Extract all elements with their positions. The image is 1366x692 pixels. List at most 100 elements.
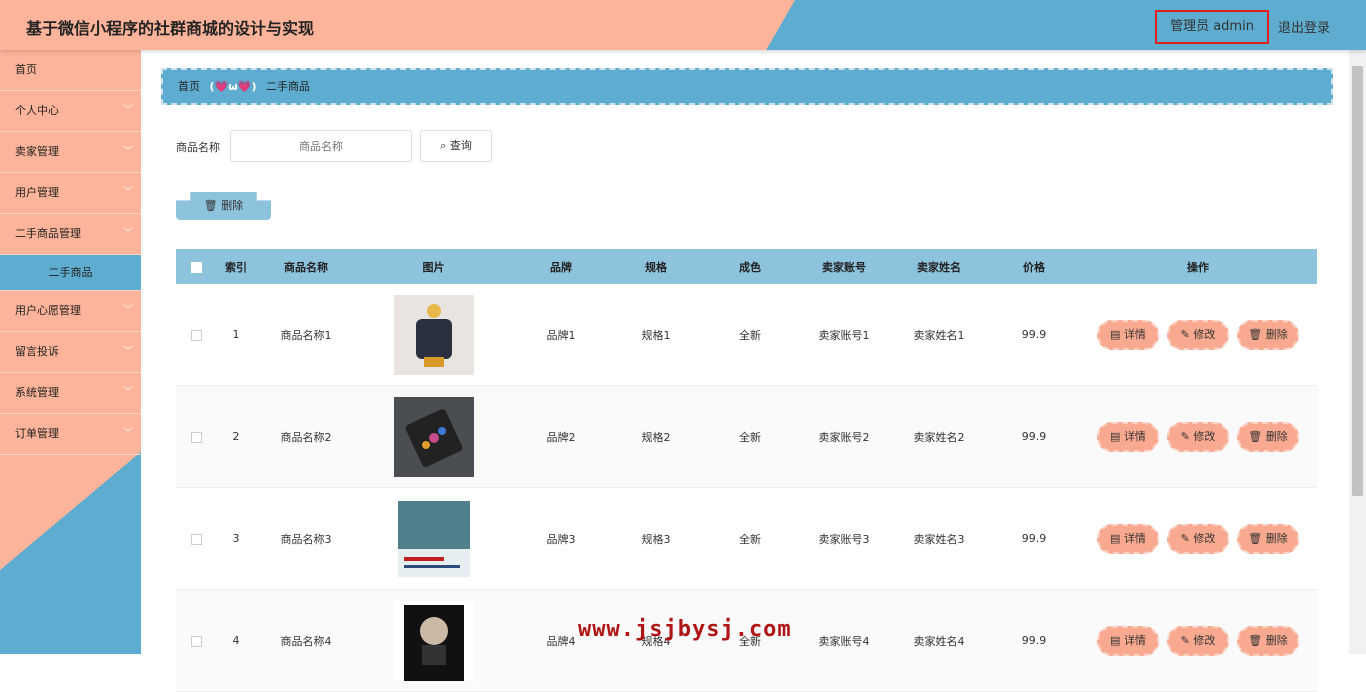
sidebar-item-users[interactable]: 用户管理 ﹀ — [0, 173, 141, 214]
sidebar-item-label: 卖家管理 — [15, 145, 59, 158]
row-checkbox[interactable] — [190, 431, 202, 443]
logout-link[interactable]: 退出登录 — [1278, 17, 1330, 36]
chevron-down-icon: ﹀ — [123, 428, 133, 439]
sidebar-item-orders[interactable]: 订单管理 ﹀ — [0, 414, 141, 455]
sidebar-item-profile[interactable]: 个人中心 ﹀ — [0, 91, 141, 132]
sidebar-item-label: 订单管理 — [15, 427, 59, 440]
detail-button[interactable]: ▤ 详情 — [1097, 625, 1159, 656]
document-icon: ▤ — [1110, 327, 1124, 341]
cell-account: 卖家账号3 — [818, 532, 870, 546]
breadcrumb-home[interactable]: 首页 — [178, 80, 200, 93]
batch-delete-label: 删除 — [221, 199, 244, 212]
col-header-seller: 卖家姓名 — [917, 260, 961, 274]
cell-price: 99.9 — [1021, 328, 1047, 341]
product-image[interactable] — [393, 498, 474, 579]
main-content: 首页 (💗ω💗) 二手商品 商品名称 ⌕ 查询 🗑 删除 索引 商品名称 图片 … — [141, 50, 1366, 692]
chevron-down-icon: ﹀ — [123, 346, 133, 357]
cell-account: 卖家账号2 — [818, 430, 870, 444]
cell-index: 2 — [232, 430, 240, 443]
table-row: 2 商品名称2 品牌2 规格2 全新 卖家账号2 卖家姓名2 99.9 ▤ 详情… — [176, 386, 1317, 488]
cell-price: 99.9 — [1021, 532, 1047, 545]
cell-seller: 卖家姓名3 — [913, 532, 965, 546]
search-label: 商品名称 — [176, 141, 220, 154]
detail-button[interactable]: ▤ 详情 — [1097, 319, 1159, 350]
sidebar-item-sellers[interactable]: 卖家管理 ﹀ — [0, 132, 141, 173]
trash-icon: 🗑 — [1248, 633, 1266, 647]
admin-user-label[interactable]: 管理员 admin — [1155, 10, 1269, 44]
cell-brand: 品牌3 — [546, 532, 576, 546]
pencil-icon: ✎ — [1180, 531, 1194, 545]
chevron-down-icon: ﹀ — [123, 146, 133, 157]
document-icon: ▤ — [1110, 429, 1124, 443]
sidebar: 首页 个人中心 ﹀ 卖家管理 ﹀ 用户管理 ﹀ 二手商品管理 ﹀ 二手商品 用户心愿管理… — [0, 50, 141, 654]
cell-seller: 卖家姓名2 — [913, 430, 965, 444]
row-checkbox[interactable] — [190, 533, 202, 545]
sidebar-item-secondhand-mgmt[interactable]: 二手商品管理 ﹀ — [0, 214, 141, 255]
sidebar-item-label: 二手商品管理 — [15, 227, 81, 240]
sidebar-item-wishes[interactable]: 用户心愿管理 ﹀ — [0, 291, 141, 332]
cell-price: 99.9 — [1021, 634, 1047, 647]
pencil-icon: ✎ — [1180, 429, 1194, 443]
cell-seller: 卖家姓名4 — [913, 634, 965, 648]
cell-condition: 全新 — [739, 532, 761, 546]
sidebar-item-system[interactable]: 系统管理 ﹀ — [0, 373, 141, 414]
delete-button[interactable]: 🗑 删除 — [1237, 421, 1299, 452]
search-button[interactable]: ⌕ 查询 — [420, 130, 492, 162]
table-header: 索引 商品名称 图片 品牌 规格 成色 卖家账号 卖家姓名 价格 操作 — [176, 249, 1317, 284]
row-checkbox[interactable] — [190, 329, 202, 341]
sidebar-subitem-secondhand[interactable]: 二手商品 — [0, 255, 141, 291]
table-row: 1 商品名称1 品牌1 规格1 全新 卖家账号1 卖家姓名1 99.9 ▤ 详情… — [176, 284, 1317, 386]
trash-icon: 🗑 — [1248, 429, 1266, 443]
search-input[interactable] — [230, 130, 412, 162]
trash-icon: 🗑 — [1248, 531, 1266, 545]
col-header-index: 索引 — [225, 260, 247, 274]
breadcrumb-current: 二手商品 — [266, 80, 311, 93]
product-image[interactable] — [393, 294, 474, 375]
col-header-brand: 品牌 — [550, 260, 572, 274]
edit-button[interactable]: ✎ 修改 — [1167, 625, 1229, 656]
row-checkbox[interactable] — [190, 635, 202, 647]
vertical-scrollbar[interactable] — [1349, 50, 1366, 654]
pencil-icon: ✎ — [1180, 327, 1194, 341]
product-image[interactable] — [393, 396, 474, 477]
scrollbar-thumb[interactable] — [1352, 66, 1363, 496]
cell-brand: 品牌1 — [546, 328, 576, 342]
detail-button[interactable]: ▤ 详情 — [1097, 523, 1159, 554]
col-header-name: 商品名称 — [284, 260, 328, 274]
cell-name: 商品名称1 — [280, 328, 332, 342]
chevron-down-icon: ﹀ — [123, 387, 133, 398]
detail-button[interactable]: ▤ 详情 — [1097, 421, 1159, 452]
cell-brand: 品牌2 — [546, 430, 576, 444]
delete-button[interactable]: 🗑 删除 — [1237, 523, 1299, 554]
col-header-image: 图片 — [422, 260, 445, 274]
trash-icon: 🗑 — [203, 199, 218, 212]
sidebar-item-label: 系统管理 — [15, 386, 59, 399]
search-button-label: 查询 — [449, 139, 472, 152]
col-header-actions: 操作 — [1187, 260, 1209, 274]
sidebar-item-complaints[interactable]: 留言投诉 ﹀ — [0, 332, 141, 373]
edit-button[interactable]: ✎ 修改 — [1167, 319, 1229, 350]
chevron-down-icon: ﹀ — [123, 105, 133, 116]
product-image[interactable] — [393, 600, 474, 681]
cell-price: 99.9 — [1021, 430, 1047, 443]
batch-delete-button[interactable]: 🗑 删除 — [176, 192, 271, 220]
pencil-icon: ✎ — [1180, 633, 1194, 647]
breadcrumb-separator: (💗ω💗) — [209, 80, 257, 93]
col-header-account: 卖家账号 — [822, 260, 866, 274]
cell-name: 商品名称2 — [280, 430, 332, 444]
cell-index: 1 — [232, 328, 240, 341]
cell-condition: 全新 — [739, 328, 761, 342]
edit-button[interactable]: ✎ 修改 — [1167, 421, 1229, 452]
sidebar-item-label: 二手商品 — [48, 266, 93, 279]
document-icon: ▤ — [1110, 531, 1124, 545]
cell-condition: 全新 — [739, 430, 761, 444]
cell-spec: 规格1 — [641, 328, 671, 342]
sidebar-item-label: 首页 — [15, 63, 37, 76]
trash-icon: 🗑 — [1248, 327, 1266, 341]
delete-button[interactable]: 🗑 删除 — [1237, 625, 1299, 656]
cell-account: 卖家账号1 — [818, 328, 870, 342]
sidebar-item-home[interactable]: 首页 — [0, 50, 141, 91]
edit-button[interactable]: ✎ 修改 — [1167, 523, 1229, 554]
select-all-checkbox[interactable] — [190, 261, 202, 273]
delete-button[interactable]: 🗑 删除 — [1237, 319, 1299, 350]
